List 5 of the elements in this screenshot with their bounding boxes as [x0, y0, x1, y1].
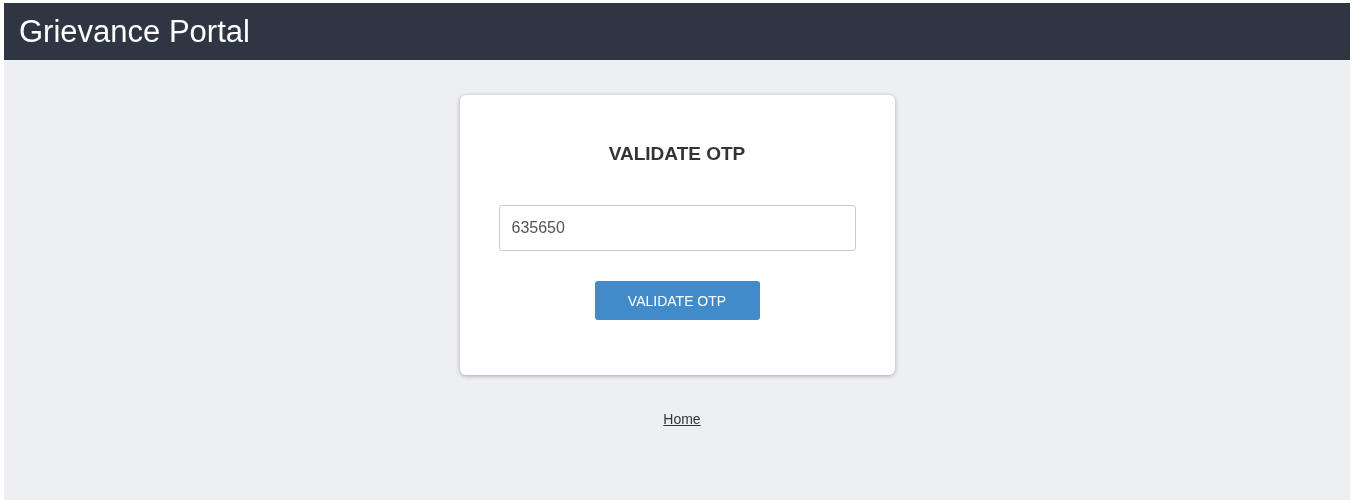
otp-input-field[interactable]: 635650: [498, 205, 856, 251]
home-link[interactable]: Home: [663, 411, 701, 427]
app-title: Grievance Portal: [19, 13, 250, 50]
validate-otp-button[interactable]: VALIDATE OTP: [594, 281, 760, 320]
card-title: VALIDATE OTP: [608, 143, 746, 165]
